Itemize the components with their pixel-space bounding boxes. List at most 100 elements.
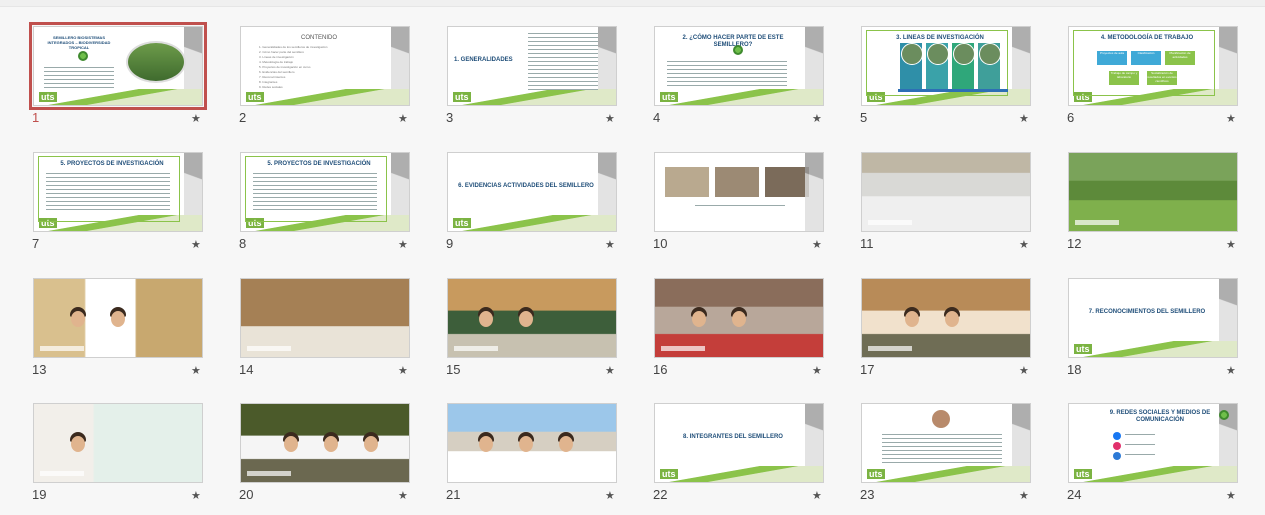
slide-thumbnail[interactable]: uts CONTENIDO 1. Generalidades de los semi… (240, 26, 410, 106)
green-swoosh-decoration (1069, 341, 1237, 357)
uts-logo: uts (660, 469, 678, 479)
slide-thumbnail-cell[interactable]: uts CONTENIDO 1. Generalidades de los semi… (239, 26, 436, 138)
slide-thumbnail-cell[interactable]: 17 ★ (860, 278, 1057, 390)
star-icon[interactable]: ★ (398, 238, 408, 251)
slide-thumbnail[interactable] (1068, 152, 1238, 232)
content-list-item: 3. Líneas de investigación (259, 55, 294, 59)
slide-thumbnail[interactable]: uts 6. EVIDENCIAS ACTIVIDADES DEL SEMILLE… (447, 152, 617, 232)
slide-thumbnail[interactable]: uts 4. METODOLOGÍA DE TRABAJO Proyectos de… (1068, 26, 1238, 106)
slide-thumbnail-cell[interactable]: uts 2. ¿CÓMO HACER PARTE DE ESTE SEMILLER… (653, 26, 850, 138)
cover-credit-lines (44, 67, 114, 89)
slide-thumbnail-cell[interactable]: uts 6. EVIDENCIAS ACTIVIDADES DEL SEMILLE… (446, 152, 643, 264)
star-icon[interactable]: ★ (1226, 238, 1236, 251)
slide-thumbnail[interactable]: uts 7. RECONOCIMIENTOS DEL SEMILLERO (1068, 278, 1238, 358)
biotrop-logo (78, 51, 88, 61)
slide-thumbnail-cell[interactable]: 11 ★ (860, 152, 1057, 264)
slide-thumbnail-cell[interactable]: 20 ★ (239, 403, 436, 515)
uts-logo: uts (453, 218, 471, 228)
slide-thumbnail[interactable] (33, 278, 203, 358)
slide-thumbnail-cell[interactable]: uts 4. METODOLOGÍA DE TRABAJO Proyectos de… (1067, 26, 1264, 138)
slide-thumbnail-cell[interactable]: 19 ★ (32, 403, 229, 515)
content-list-item: 5. Proyectos de investigación en curso (259, 65, 311, 69)
slide-thumbnail-cell[interactable]: 16 ★ (653, 278, 850, 390)
star-icon[interactable]: ★ (1226, 112, 1236, 125)
slide-thumbnail[interactable]: uts 5. PROYECTOS DE INVESTIGACIÓN (240, 152, 410, 232)
member-text-lines (882, 434, 1002, 466)
content-list-item: 1. Generalidades de los semilleros de in… (259, 45, 328, 49)
person-face (732, 311, 746, 327)
slide-thumbnail-cell[interactable]: uts 3. LINEAS DE INVESTIGACIÓN 5 ★ (860, 26, 1057, 138)
slide-thumbnail[interactable]: uts SEMILLERO BIOSISTEMAS INTEGRADOS – BI… (29, 22, 207, 110)
star-icon[interactable]: ★ (191, 238, 201, 251)
slide-thumbnail-cell[interactable]: 15 ★ (446, 278, 643, 390)
person-face (284, 436, 298, 452)
slide-thumbnail[interactable]: uts 8. INTEGRANTES DEL SEMILLERO (654, 403, 824, 483)
slide-title: CONTENIDO (301, 35, 337, 41)
slide-thumbnail[interactable] (861, 278, 1031, 358)
social-icon (1113, 452, 1121, 460)
slide-number: 21 (446, 487, 461, 502)
star-icon[interactable]: ★ (398, 112, 408, 125)
star-icon[interactable]: ★ (812, 364, 822, 377)
star-icon[interactable]: ★ (605, 112, 615, 125)
star-icon[interactable]: ★ (605, 364, 615, 377)
method-box: Socialización de resultados en eventos c… (1147, 71, 1177, 85)
slide-thumbnail[interactable]: uts (861, 403, 1031, 483)
photo-caption (454, 346, 498, 351)
star-icon[interactable]: ★ (605, 238, 615, 251)
slide-thumbnail[interactable] (447, 278, 617, 358)
slide-thumbnail[interactable]: uts 2. ¿CÓMO HACER PARTE DE ESTE SEMILLER… (654, 26, 824, 106)
green-swoosh-decoration (448, 215, 616, 231)
slide-thumbnail-cell[interactable]: 10 ★ (653, 152, 850, 264)
content-list-item: 6. Evidencias del semillero (259, 70, 295, 74)
photo-caption (661, 346, 705, 351)
slide-title: 7. RECONOCIMIENTOS DEL SEMILLERO (1088, 309, 1206, 315)
slide-thumbnail-cell[interactable]: 12 ★ (1067, 152, 1264, 264)
slide-thumbnail-cell[interactable]: 21 ★ (446, 403, 643, 515)
star-icon[interactable]: ★ (1019, 364, 1029, 377)
green-swoosh-decoration (448, 89, 616, 105)
person-face (559, 436, 573, 452)
slide-number: 18 (1067, 362, 1082, 377)
research-line-image (901, 43, 923, 65)
slide-thumbnail-cell[interactable]: uts 5. PROYECTOS DE INVESTIGACIÓN 7 ★ (32, 152, 229, 264)
slide-thumbnail[interactable]: uts 3. LINEAS DE INVESTIGACIÓN (861, 26, 1031, 106)
slide-thumbnail[interactable]: uts 5. PROYECTOS DE INVESTIGACIÓN (33, 152, 203, 232)
slide-thumbnail-cell[interactable]: 14 ★ (239, 278, 436, 390)
evidence-photo (765, 167, 809, 197)
slide-thumbnail[interactable]: uts 1. GENERALIDADES (447, 26, 617, 106)
green-swoosh-decoration (655, 89, 823, 105)
slide-thumbnail[interactable] (240, 403, 410, 483)
slide-thumbnail-cell[interactable]: 13 ★ (32, 278, 229, 390)
star-icon[interactable]: ★ (191, 112, 201, 125)
person-face (479, 311, 493, 327)
uts-logo: uts (660, 92, 678, 102)
biotrop-logo (1219, 410, 1229, 420)
star-icon[interactable]: ★ (812, 238, 822, 251)
star-icon[interactable]: ★ (1019, 238, 1029, 251)
slide-thumbnail-cell[interactable]: uts 8. INTEGRANTES DEL SEMILLERO 22 ★ (653, 403, 850, 515)
slide-thumbnail[interactable] (447, 403, 617, 483)
social-icon (1113, 442, 1121, 450)
slide-thumbnail[interactable] (240, 278, 410, 358)
slide-thumbnail-cell[interactable]: uts 23 ★ (860, 403, 1057, 515)
star-icon[interactable]: ★ (1019, 112, 1029, 125)
slide-thumbnail-cell[interactable]: uts 7. RECONOCIMIENTOS DEL SEMILLERO 18 ★ (1067, 278, 1264, 390)
slide-thumbnail[interactable] (654, 152, 824, 232)
slide-thumbnail[interactable]: uts 9. REDES SOCIALES Y MEDIOS DE COMUNIC… (1068, 403, 1238, 483)
photo-caption (868, 346, 912, 351)
slide-thumbnail[interactable] (861, 152, 1031, 232)
star-icon[interactable]: ★ (812, 112, 822, 125)
slide-thumbnail-cell[interactable]: uts SEMILLERO BIOSISTEMAS INTEGRADOS – BI… (29, 22, 229, 138)
slide-thumbnail-cell[interactable]: uts 1. GENERALIDADES 3 ★ (446, 26, 643, 138)
slide-title: 6. EVIDENCIAS ACTIVIDADES DEL SEMILLERO (458, 183, 594, 189)
slide-thumbnail-cell[interactable]: uts 5. PROYECTOS DE INVESTIGACIÓN 8 ★ (239, 152, 436, 264)
social-handle-lines (1125, 454, 1155, 458)
star-icon[interactable]: ★ (191, 364, 201, 377)
slide-thumbnail-cell[interactable]: uts 9. REDES SOCIALES Y MEDIOS DE COMUNIC… (1067, 403, 1264, 515)
star-icon[interactable]: ★ (1226, 364, 1236, 377)
uts-logo: uts (246, 92, 264, 102)
slide-thumbnail[interactable] (33, 403, 203, 483)
star-icon[interactable]: ★ (398, 364, 408, 377)
slide-thumbnail[interactable] (654, 278, 824, 358)
